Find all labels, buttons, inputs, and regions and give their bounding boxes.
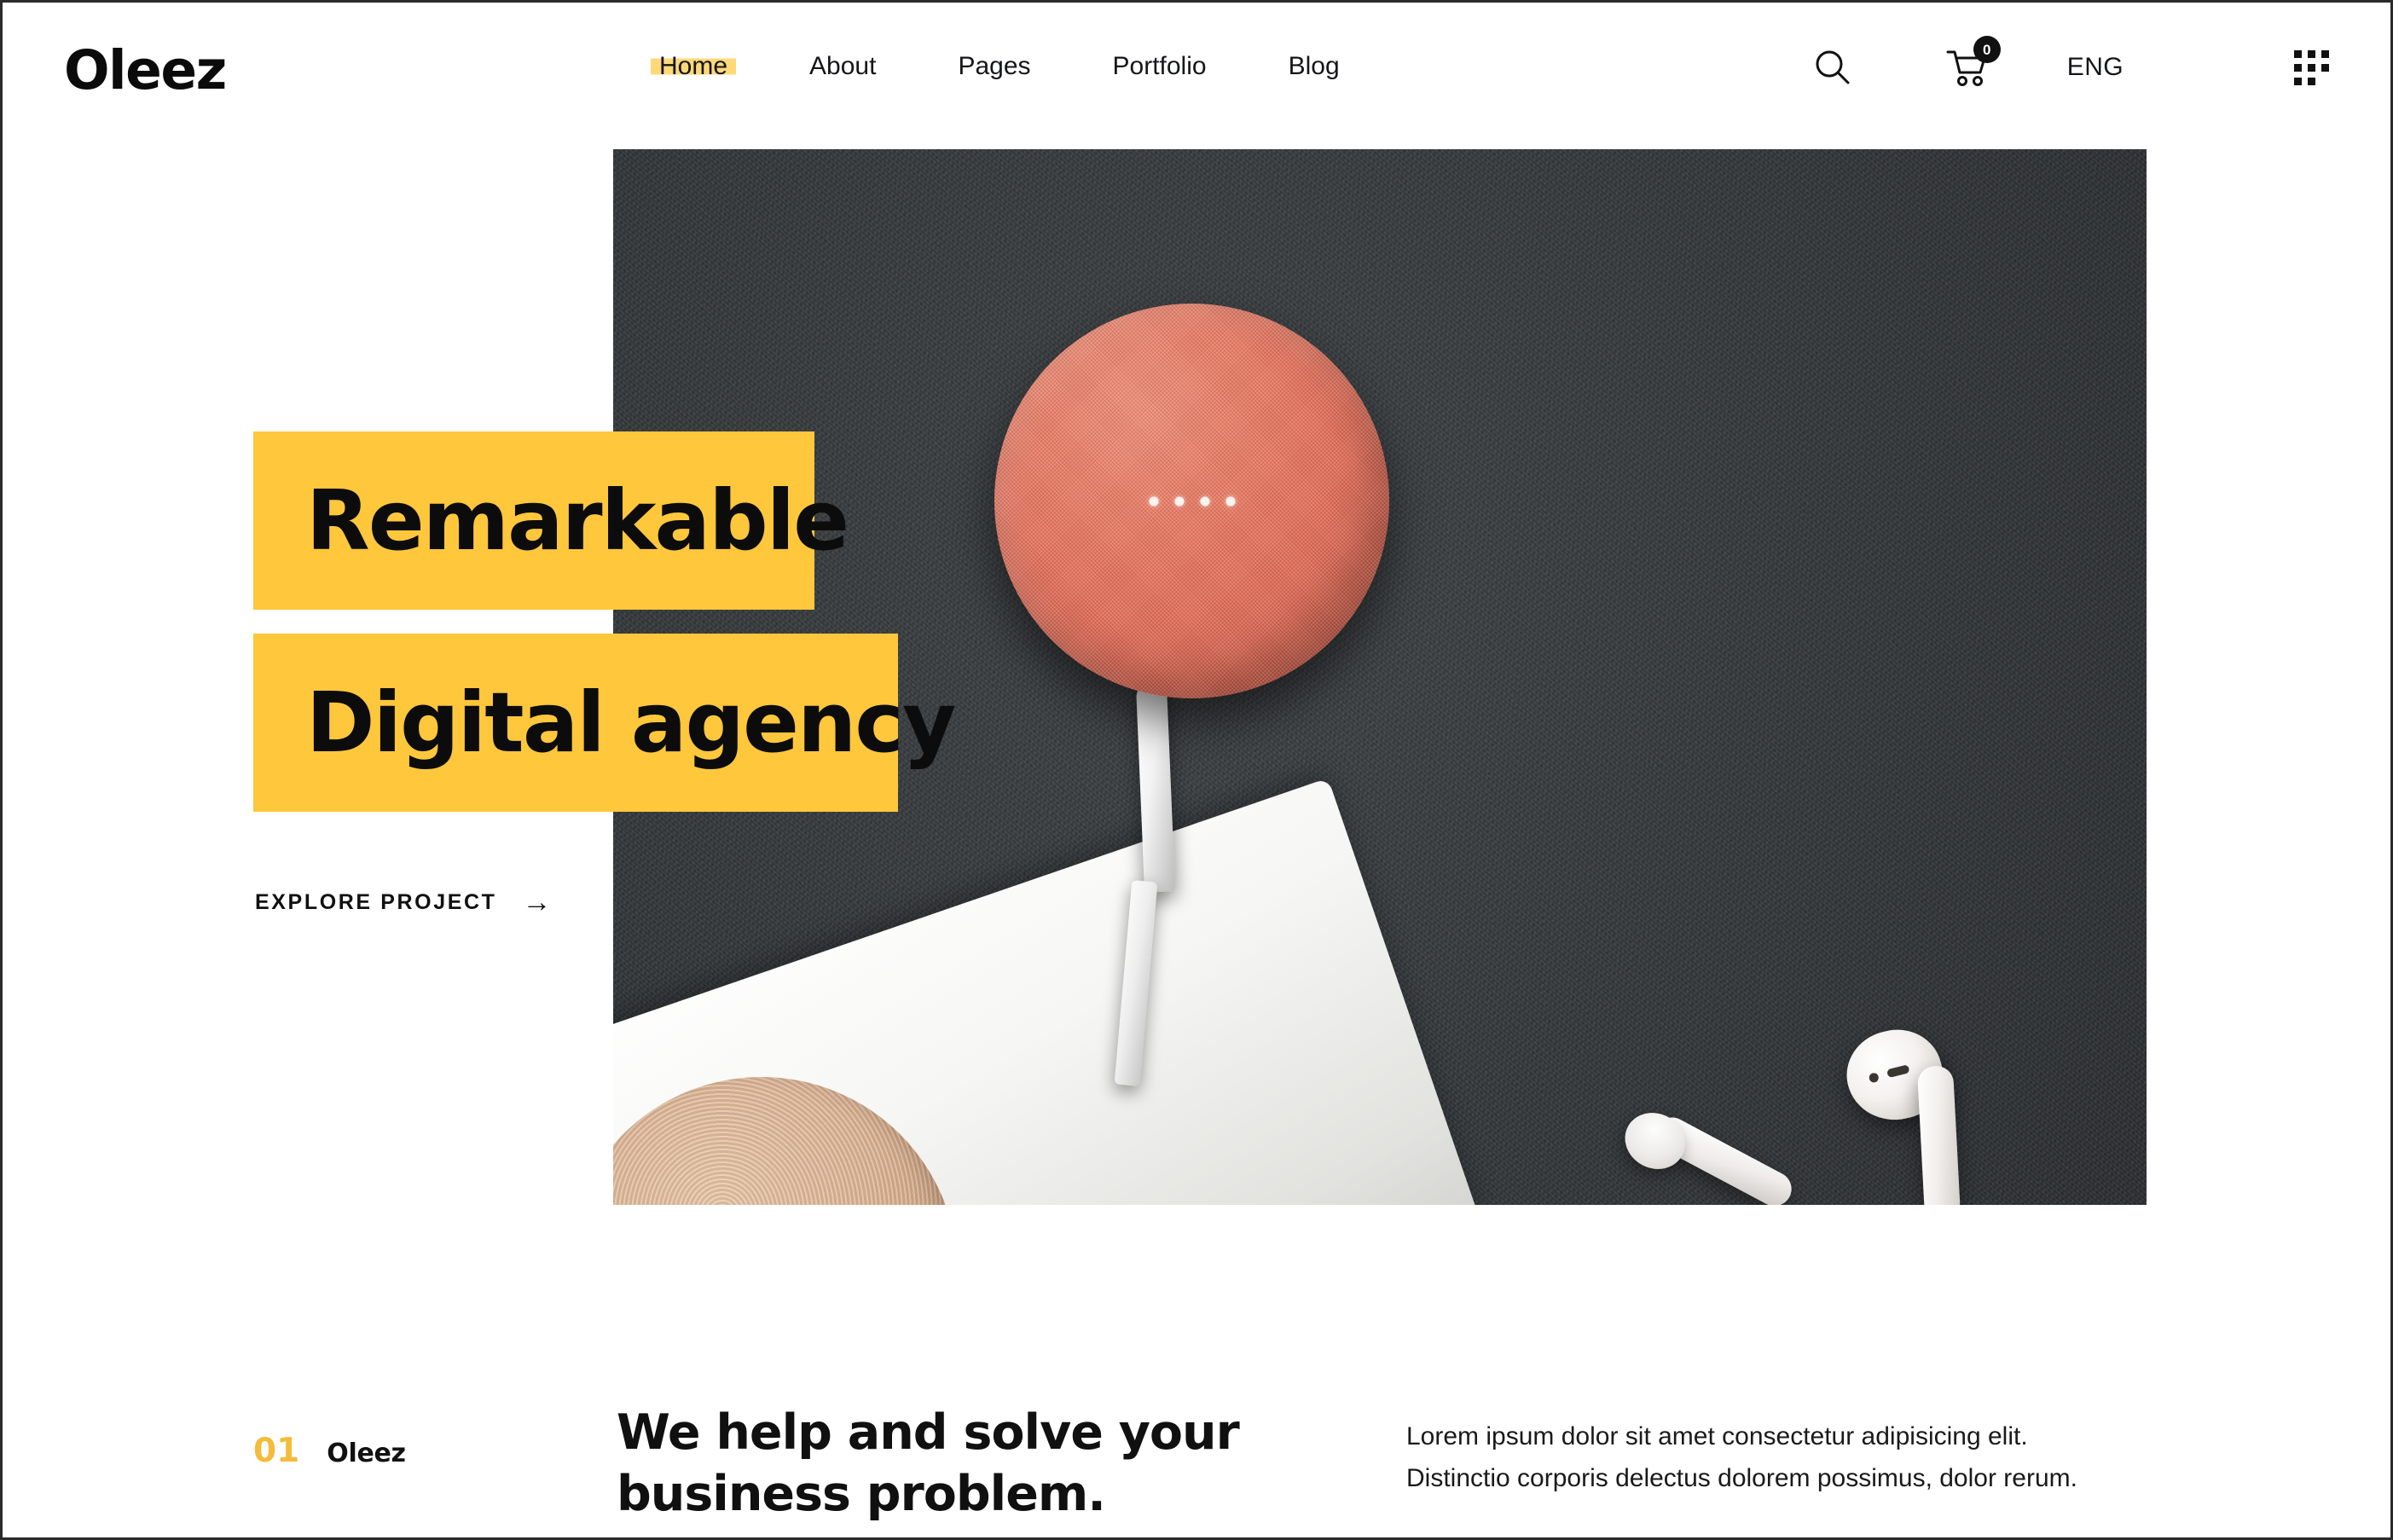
smart-speaker-object bbox=[994, 304, 1389, 698]
grid-dot bbox=[2321, 49, 2329, 58]
explore-project-link[interactable]: EXPLORE PROJECT → bbox=[255, 888, 552, 917]
speaker-led-dot bbox=[1225, 496, 1235, 506]
hero-headline-band-1: Remarkable bbox=[253, 431, 849, 610]
nav-item-blog[interactable]: Blog bbox=[1289, 47, 1340, 86]
section-paragraph: Lorem ipsum dolor sit amet consectetur a… bbox=[1406, 1416, 2157, 1499]
search-icon bbox=[1816, 50, 1850, 84]
site-header: Oleez Home About Pages Portfolio Blog 0 … bbox=[3, 3, 2390, 149]
cart-count-badge: 0 bbox=[1973, 36, 2001, 63]
grid-dot-empty bbox=[2321, 78, 2329, 85]
grid-dot bbox=[2308, 49, 2315, 58]
brand-logo[interactable]: Oleez bbox=[64, 43, 227, 97]
explore-project-label: EXPLORE PROJECT bbox=[255, 889, 497, 914]
header-actions: 0 ENG bbox=[1811, 36, 2329, 93]
browser-page: Remarkable Digital agency EXPLORE PROJEC… bbox=[0, 0, 2393, 1540]
grid-dot bbox=[2308, 77, 2315, 85]
search-button[interactable] bbox=[1811, 47, 1852, 88]
grid-menu-button[interactable] bbox=[2294, 49, 2329, 85]
grid-dot bbox=[2321, 63, 2329, 72]
about-section: 01 Oleez We help and solve your business… bbox=[3, 1398, 2390, 1537]
speaker-led-dot bbox=[1200, 496, 1209, 506]
grid-dot bbox=[2308, 63, 2315, 72]
earbud-stem bbox=[1916, 1065, 1961, 1205]
hero-headline-line-2: Digital agency bbox=[306, 674, 956, 771]
hero-headline-band-2: Digital agency bbox=[253, 634, 956, 812]
nav-item-pages[interactable]: Pages bbox=[958, 47, 1030, 86]
section-heading: We help and solve your business problem. bbox=[617, 1404, 1240, 1522]
speaker-led-dot bbox=[1149, 496, 1158, 506]
nav-item-about[interactable]: About bbox=[809, 47, 876, 86]
grid-dot bbox=[2294, 63, 2302, 72]
speaker-led-dot bbox=[1174, 496, 1184, 506]
section-index: 01 Oleez bbox=[253, 1434, 406, 1468]
section-index-label: Oleez bbox=[327, 1439, 406, 1468]
speaker-led-dots bbox=[1149, 496, 1235, 506]
cart-button[interactable]: 0 bbox=[1946, 36, 2001, 88]
grid-dot bbox=[2294, 49, 2302, 58]
section-index-number: 01 bbox=[253, 1432, 300, 1470]
nav-item-portfolio[interactable]: Portfolio bbox=[1113, 47, 1207, 86]
section-paragraph-line-2: Distinctio corporis delectus dolorem pos… bbox=[1406, 1463, 2077, 1492]
language-selector[interactable]: ENG bbox=[2067, 53, 2124, 82]
hero-section: Remarkable Digital agency EXPLORE PROJEC… bbox=[3, 3, 2390, 1282]
grid-dot bbox=[2294, 77, 2302, 85]
hero-headline-line-1: Remarkable bbox=[306, 472, 849, 569]
main-navigation: Home About Pages Portfolio Blog bbox=[659, 47, 1340, 86]
nav-item-home[interactable]: Home bbox=[659, 47, 727, 86]
arrow-right-icon: → bbox=[522, 886, 552, 918]
section-paragraph-line-1: Lorem ipsum dolor sit amet consectetur a… bbox=[1406, 1422, 2028, 1450]
